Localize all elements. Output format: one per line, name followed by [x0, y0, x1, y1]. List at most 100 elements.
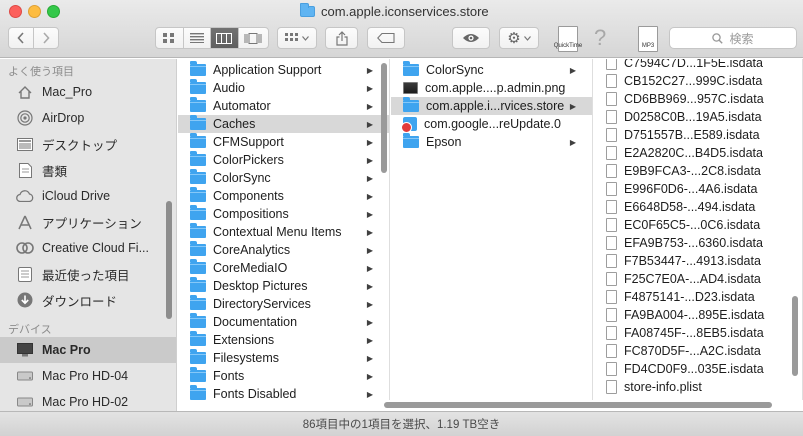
sidebar-scrollbar[interactable] [166, 201, 172, 319]
list-item[interactable]: com.google...reUpdate.0 [391, 115, 592, 133]
list-item[interactable]: E996F0D6-...4A6.isdata [594, 180, 802, 198]
list-item[interactable]: store-info.plist [594, 378, 802, 396]
icon-view-button[interactable] [156, 28, 184, 48]
document-icon [606, 74, 617, 88]
column-view-button[interactable] [211, 28, 239, 48]
list-item[interactable]: FD4CD0F9...035E.isdata [594, 360, 802, 378]
folder-icon [190, 61, 206, 76]
tags-button[interactable] [367, 27, 405, 49]
list-item[interactable]: Filesystems ▶ [178, 349, 389, 367]
sidebar-item-item[interactable]: 最近使った項目 [0, 261, 176, 287]
item-label: CoreAnalytics [213, 243, 291, 257]
back-button[interactable] [9, 28, 34, 48]
folder-icon [403, 133, 419, 148]
folder-icon [190, 241, 206, 256]
list-item[interactable]: EFA9B753-...6360.isdata [594, 234, 802, 252]
share-button[interactable] [325, 27, 358, 49]
mp3-document-icon[interactable]: MP3 [638, 26, 658, 52]
minimize-window-button[interactable] [28, 5, 41, 18]
list-item[interactable]: EC0F65C5-...0C6.isdata [594, 216, 802, 234]
list-item[interactable]: Fonts Disabled ▶ [178, 385, 389, 400]
list-item[interactable]: Automator ▶ [178, 97, 389, 115]
list-item[interactable]: Documentation ▶ [178, 313, 389, 331]
list-item[interactable]: CFMSupport ▶ [178, 133, 389, 151]
column-scrollbar[interactable] [792, 296, 798, 376]
folder-icon [190, 151, 206, 166]
list-item[interactable]: Desktop Pictures ▶ [178, 277, 389, 295]
sidebar-item-item[interactable]: 書類 [0, 157, 176, 183]
sidebar-item-mac-pro[interactable]: Mac_Pro [0, 79, 176, 105]
item-label: F25C7E0A-...AD4.isdata [624, 272, 761, 286]
quick-look-button[interactable] [452, 27, 490, 49]
item-label: Automator [213, 99, 271, 113]
folder-icon [190, 187, 206, 202]
item-label: Audio [213, 81, 245, 95]
item-label: com.apple....p.admin.png [425, 81, 566, 95]
quicktime-document-icon[interactable]: QuickTime [554, 26, 582, 52]
sidebar-item-creative-cloud-fi[interactable]: Creative Cloud Fi... [0, 235, 176, 261]
list-item[interactable]: E9B9FCA3-...2C8.isdata [594, 162, 802, 180]
arrange-button[interactable] [277, 27, 317, 49]
sidebar-item-item[interactable]: アプリケーション [0, 209, 176, 235]
sidebar-item-mac-pro-hd-04[interactable]: Mac Pro HD-04 [0, 363, 176, 389]
list-item[interactable]: Caches ▶ [178, 115, 389, 133]
list-item[interactable]: Components ▶ [178, 187, 389, 205]
list-item[interactable]: F4875141-...D23.isdata [594, 288, 802, 306]
list-item[interactable]: Application Support ▶ [178, 61, 389, 79]
list-item[interactable]: com.apple.i...rvices.store ▶ [391, 97, 592, 115]
list-item[interactable]: ColorSync ▶ [178, 169, 389, 187]
document-icon [606, 146, 617, 160]
sidebar-item-mac-pro[interactable]: Mac Pro [0, 337, 176, 363]
horizontal-scrollbar[interactable] [384, 402, 772, 408]
item-label: Epson [426, 135, 462, 149]
folder-icon [190, 115, 206, 130]
list-item[interactable]: ColorSync ▶ [391, 61, 592, 79]
document-icon [606, 182, 617, 196]
close-window-button[interactable] [9, 5, 22, 18]
disclosure-arrow-icon: ▶ [366, 389, 373, 399]
list-item[interactable]: Extensions ▶ [178, 331, 389, 349]
list-item[interactable]: Fonts ▶ [178, 367, 389, 385]
action-button[interactable]: ⚙ [499, 27, 539, 49]
list-item[interactable]: E6648D58-...494.isdata [594, 198, 802, 216]
cover-flow-view-button[interactable] [239, 28, 268, 48]
list-item[interactable]: DirectoryServices ▶ [178, 295, 389, 313]
list-item[interactable]: FC870D5F-...A2C.isdata [594, 342, 802, 360]
column-scrollbar[interactable] [381, 63, 387, 173]
sidebar-item-airdrop[interactable]: AirDrop [0, 105, 176, 131]
sidebar-item-icloud-drive[interactable]: iCloud Drive [0, 183, 176, 209]
list-item[interactable]: FA9BA004-...895E.isdata [594, 306, 802, 324]
sidebar-item-item[interactable]: ダウンロード [0, 287, 176, 313]
list-item[interactable]: FA08745F-...8EB5.isdata [594, 324, 802, 342]
list-item[interactable]: CD6BB969...957C.isdata [594, 90, 802, 108]
list-item[interactable]: CoreMediaIO ▶ [178, 259, 389, 277]
fullscreen-window-button[interactable] [47, 5, 60, 18]
list-item[interactable]: Contextual Menu Items ▶ [178, 223, 389, 241]
list-item[interactable]: CoreAnalytics ▶ [178, 241, 389, 259]
forward-button[interactable] [34, 28, 58, 48]
folder-icon [190, 331, 206, 346]
list-item[interactable]: ColorPickers ▶ [178, 151, 389, 169]
creative-cloud-icon [16, 239, 34, 257]
list-item[interactable]: F25C7E0A-...AD4.isdata [594, 270, 802, 288]
item-label: D0258C0B...19A5.isdata [624, 110, 762, 124]
list-item[interactable]: D751557B...E589.isdata [594, 126, 802, 144]
applications-icon [16, 213, 34, 231]
list-item[interactable]: C7594C7D...1F5E.isdata [594, 59, 802, 72]
mp3-label: MP3 [641, 43, 655, 49]
sidebar-item-item[interactable]: デスクトップ [0, 131, 176, 157]
list-item[interactable]: CB152C27...999C.isdata [594, 72, 802, 90]
list-item[interactable]: F7B53447-...4913.isdata [594, 252, 802, 270]
airdrop-icon [16, 109, 34, 127]
list-item[interactable]: E2A2820C...B4D5.isdata [594, 144, 802, 162]
disclosure-arrow-icon: ▶ [366, 263, 373, 273]
list-item[interactable]: Compositions ▶ [178, 205, 389, 223]
list-item[interactable]: Audio ▶ [178, 79, 389, 97]
search-field[interactable]: 検索 [669, 27, 797, 49]
list-item[interactable]: com.apple....p.admin.png [391, 79, 592, 97]
list-item[interactable]: D0258C0B...19A5.isdata [594, 108, 802, 126]
list-view-button[interactable] [184, 28, 212, 48]
list-item[interactable]: Epson ▶ [391, 133, 592, 151]
sidebar-item-mac-pro-hd-02[interactable]: Mac Pro HD-02 [0, 389, 176, 411]
help-icon[interactable]: ? [594, 25, 606, 51]
